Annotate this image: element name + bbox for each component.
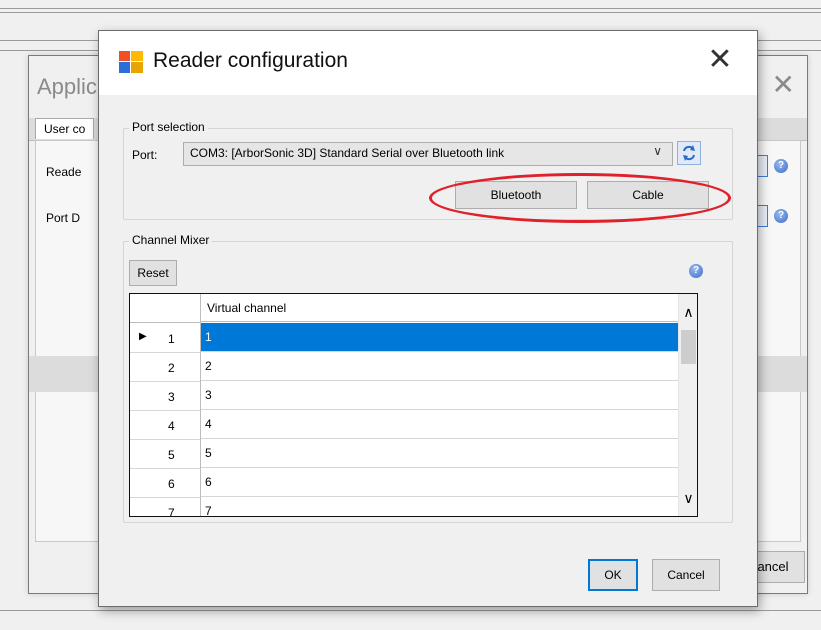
close-icon[interactable]: ✕ <box>702 43 738 77</box>
row-header[interactable]: 5 <box>130 439 201 469</box>
row-number: 7 <box>168 506 175 517</box>
port-device-label: Port D <box>46 211 81 225</box>
row-number: 2 <box>168 361 175 375</box>
bg-divider <box>0 610 821 611</box>
virtual-channel-cell[interactable]: 4 <box>201 410 678 439</box>
port-label: Port: <box>132 148 158 162</box>
table-row[interactable]: 55 <box>130 439 678 469</box>
reader-configuration-dialog: Reader configuration ✕ Port selection Po… <box>98 30 758 607</box>
row-number: 6 <box>168 477 175 491</box>
ok-button[interactable]: OK <box>588 559 638 591</box>
dialog-title: Reader configuration <box>153 49 348 72</box>
row-header[interactable]: 6 <box>130 468 201 498</box>
chevron-down-icon[interactable]: ∨ <box>679 482 697 514</box>
port-selection-legend: Port selection <box>129 120 208 134</box>
port-dropdown-value: COM3: [ArborSonic 3D] Standard Serial ov… <box>190 146 505 160</box>
port-dropdown[interactable]: COM3: [ArborSonic 3D] Standard Serial ov… <box>183 142 673 166</box>
row-number: 4 <box>168 419 175 433</box>
table-row[interactable]: 44 <box>130 410 678 440</box>
help-icon[interactable]: ? <box>774 209 788 223</box>
virtual-channel-cell[interactable]: 1 <box>201 323 678 352</box>
bg-divider <box>0 8 821 9</box>
table-row[interactable]: 22 <box>130 352 678 382</box>
title-bar: Reader configuration ✕ <box>99 31 757 95</box>
column-header-virtual-channel[interactable]: Virtual channel <box>201 294 678 322</box>
virtual-channel-cell[interactable]: 3 <box>201 381 678 410</box>
chevron-down-icon: ∨ <box>653 144 662 158</box>
grid-corner-header <box>130 294 201 323</box>
table-row[interactable]: 33 <box>130 381 678 411</box>
table-row[interactable]: ▶ 1 1 <box>130 323 678 353</box>
help-icon[interactable]: ? <box>774 159 788 173</box>
virtual-channel-cell[interactable]: 2 <box>201 352 678 381</box>
reset-button[interactable]: Reset <box>129 260 177 286</box>
row-number: 5 <box>168 448 175 462</box>
background-window-title: Applic <box>37 74 97 99</box>
row-header[interactable]: ▶ 1 <box>130 323 201 353</box>
channel-mixer-legend: Channel Mixer <box>129 233 213 247</box>
refresh-button[interactable] <box>677 141 701 165</box>
chevron-up-icon[interactable]: ∧ <box>679 296 697 328</box>
help-icon[interactable]: ? <box>689 264 703 278</box>
close-icon[interactable]: ✕ <box>772 68 795 101</box>
row-header[interactable]: 7 <box>130 497 201 517</box>
row-header[interactable]: 2 <box>130 352 201 382</box>
cancel-button[interactable]: Cancel <box>652 559 720 591</box>
table-row[interactable]: 77 <box>130 497 678 517</box>
annotation-highlight-ellipse <box>429 173 731 223</box>
app-icon <box>119 51 143 73</box>
bg-divider <box>0 12 821 13</box>
reader-label: Reade <box>46 165 82 179</box>
virtual-channel-cell[interactable]: 6 <box>201 468 678 497</box>
vertical-scrollbar[interactable]: ∧ ∨ <box>678 294 697 516</box>
tab-user-config[interactable]: User co <box>35 118 95 139</box>
row-number: 3 <box>168 390 175 404</box>
scrollbar-thumb[interactable] <box>681 330 696 364</box>
virtual-channel-cell[interactable]: 5 <box>201 439 678 468</box>
channel-grid: Virtual channel ▶ 1 1 2 2 3 3 4 4 5 5 6 6 7 7 ∧ ∨ <box>129 293 698 517</box>
row-header[interactable]: 4 <box>130 410 201 440</box>
current-row-arrow-icon: ▶ <box>139 331 147 342</box>
refresh-icon <box>683 145 695 161</box>
virtual-channel-cell[interactable]: 7 <box>201 497 678 516</box>
row-number: 1 <box>168 332 175 346</box>
row-header[interactable]: 3 <box>130 381 201 411</box>
table-row[interactable]: 66 <box>130 468 678 498</box>
